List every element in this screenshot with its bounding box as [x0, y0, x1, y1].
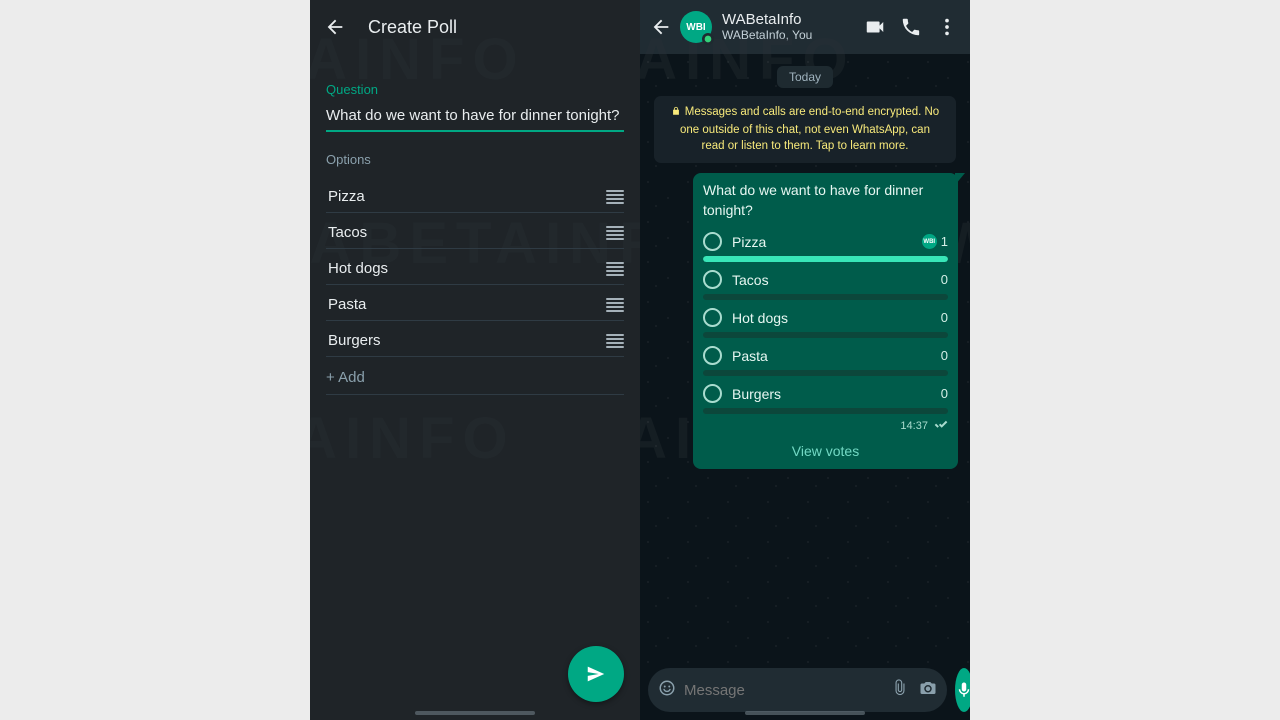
camera-icon [919, 679, 937, 697]
message-meta: 14:37 [703, 420, 948, 433]
poll-option-name: Pizza [732, 234, 922, 250]
view-votes-button[interactable]: View votes [703, 433, 948, 463]
drag-handle-icon[interactable] [606, 298, 624, 312]
drag-handle-icon[interactable] [606, 262, 624, 276]
date-chip: Today [777, 66, 833, 88]
poll-option-row [326, 177, 624, 213]
poll-progress-track [703, 332, 948, 338]
option-input[interactable] [326, 331, 606, 350]
options-label: Options [326, 152, 624, 167]
poll-option-count: 0 [941, 272, 948, 287]
poll-message-bubble: What do we want to have for dinner tonig… [693, 173, 958, 469]
emoji-icon [658, 679, 676, 697]
poll-option[interactable]: Burgers0 [703, 384, 948, 403]
radio-ring-icon [703, 232, 722, 251]
option-input[interactable] [326, 295, 606, 314]
option-input[interactable] [326, 259, 606, 278]
home-indicator [415, 711, 535, 715]
arrow-left-icon [650, 16, 672, 38]
poll-option-count: 0 [941, 386, 948, 401]
send-poll-button[interactable] [568, 646, 624, 702]
poll-option[interactable]: Tacos0 [703, 270, 948, 289]
poll-progress-track [703, 294, 948, 300]
message-input-box [648, 668, 947, 712]
attach-button[interactable] [891, 679, 909, 702]
emoji-button[interactable] [658, 679, 676, 702]
watermark: WABETAINFO [310, 405, 413, 472]
mic-button[interactable] [955, 668, 970, 712]
question-input[interactable] [326, 107, 624, 132]
poll-option-count: 0 [941, 348, 948, 363]
chat-scroll-area[interactable]: Today Messages and calls are end-to-end … [640, 54, 970, 664]
send-icon [585, 663, 607, 685]
chat-title-area[interactable]: WABetaInfo WABetaInfo, You [722, 12, 812, 43]
poll-option-name: Pasta [732, 348, 941, 364]
radio-ring-icon [703, 346, 722, 365]
phone-icon [900, 16, 922, 38]
radio-ring-icon [703, 384, 722, 403]
drag-handle-icon[interactable] [606, 226, 624, 240]
poll-progress-track [703, 256, 948, 262]
screen-title: Create Poll [368, 17, 457, 38]
poll-option-name: Tacos [732, 272, 941, 288]
radio-ring-icon [703, 270, 722, 289]
chat-header: WBI WABetaInfo WABetaInfo, You [640, 0, 970, 54]
voice-call-button[interactable] [898, 16, 924, 38]
poll-option[interactable]: PizzaWBI1 [703, 232, 948, 251]
option-input[interactable] [326, 187, 606, 206]
poll-option-row [326, 249, 624, 285]
lock-icon [671, 105, 681, 122]
chat-screen: WABETAINFO WABETAINFO WABETAINFO WBI WAB… [640, 0, 970, 720]
question-label: Question [326, 82, 624, 97]
back-button[interactable] [650, 16, 672, 38]
add-option-button[interactable]: + Add [326, 357, 624, 395]
bubble-tail [955, 173, 965, 185]
back-button[interactable] [324, 16, 346, 38]
poll-option-row [326, 321, 624, 357]
poll-option-count: 0 [941, 310, 948, 325]
message-input-bar [648, 668, 962, 712]
camera-button[interactable] [919, 679, 937, 702]
avatar-text: WBI [686, 22, 705, 33]
drag-handle-icon[interactable] [606, 334, 624, 348]
chat-title: WABetaInfo [722, 12, 812, 29]
radio-ring-icon [703, 308, 722, 327]
poll-option-name: Hot dogs [732, 310, 941, 326]
chat-subtitle: WABetaInfo, You [722, 28, 812, 42]
create-poll-screen: WABETAINFO WABETAINFO WABETAINFO Create … [310, 0, 640, 720]
encryption-banner[interactable]: Messages and calls are end-to-end encryp… [654, 96, 956, 163]
video-call-button[interactable] [862, 16, 888, 38]
poll-option-name: Burgers [732, 386, 941, 402]
poll-progress-track [703, 408, 948, 414]
arrow-left-icon [324, 16, 346, 38]
verified-badge-icon [702, 33, 714, 45]
message-time: 14:37 [900, 420, 928, 432]
poll-option[interactable]: Hot dogs0 [703, 308, 948, 327]
poll-progress-track [703, 370, 948, 376]
more-button[interactable] [934, 16, 960, 38]
encryption-text: Messages and calls are end-to-end encryp… [680, 106, 939, 152]
home-indicator [745, 711, 865, 715]
video-icon [864, 16, 886, 38]
poll-option-count: WBI1 [922, 234, 948, 249]
poll-option-row [326, 213, 624, 249]
poll-progress-fill [703, 256, 948, 262]
read-receipt-icon [934, 420, 948, 433]
option-input[interactable] [326, 223, 606, 242]
more-vert-icon [936, 16, 958, 38]
poll-option[interactable]: Pasta0 [703, 346, 948, 365]
voter-avatar: WBI [922, 234, 937, 249]
drag-handle-icon[interactable] [606, 190, 624, 204]
mic-icon [955, 681, 970, 699]
message-input[interactable] [682, 681, 885, 700]
poll-option-row [326, 285, 624, 321]
attach-icon [891, 679, 909, 697]
create-poll-header: Create Poll [310, 0, 640, 54]
group-avatar[interactable]: WBI [680, 11, 712, 43]
poll-question: What do we want to have for dinner tonig… [703, 181, 948, 220]
